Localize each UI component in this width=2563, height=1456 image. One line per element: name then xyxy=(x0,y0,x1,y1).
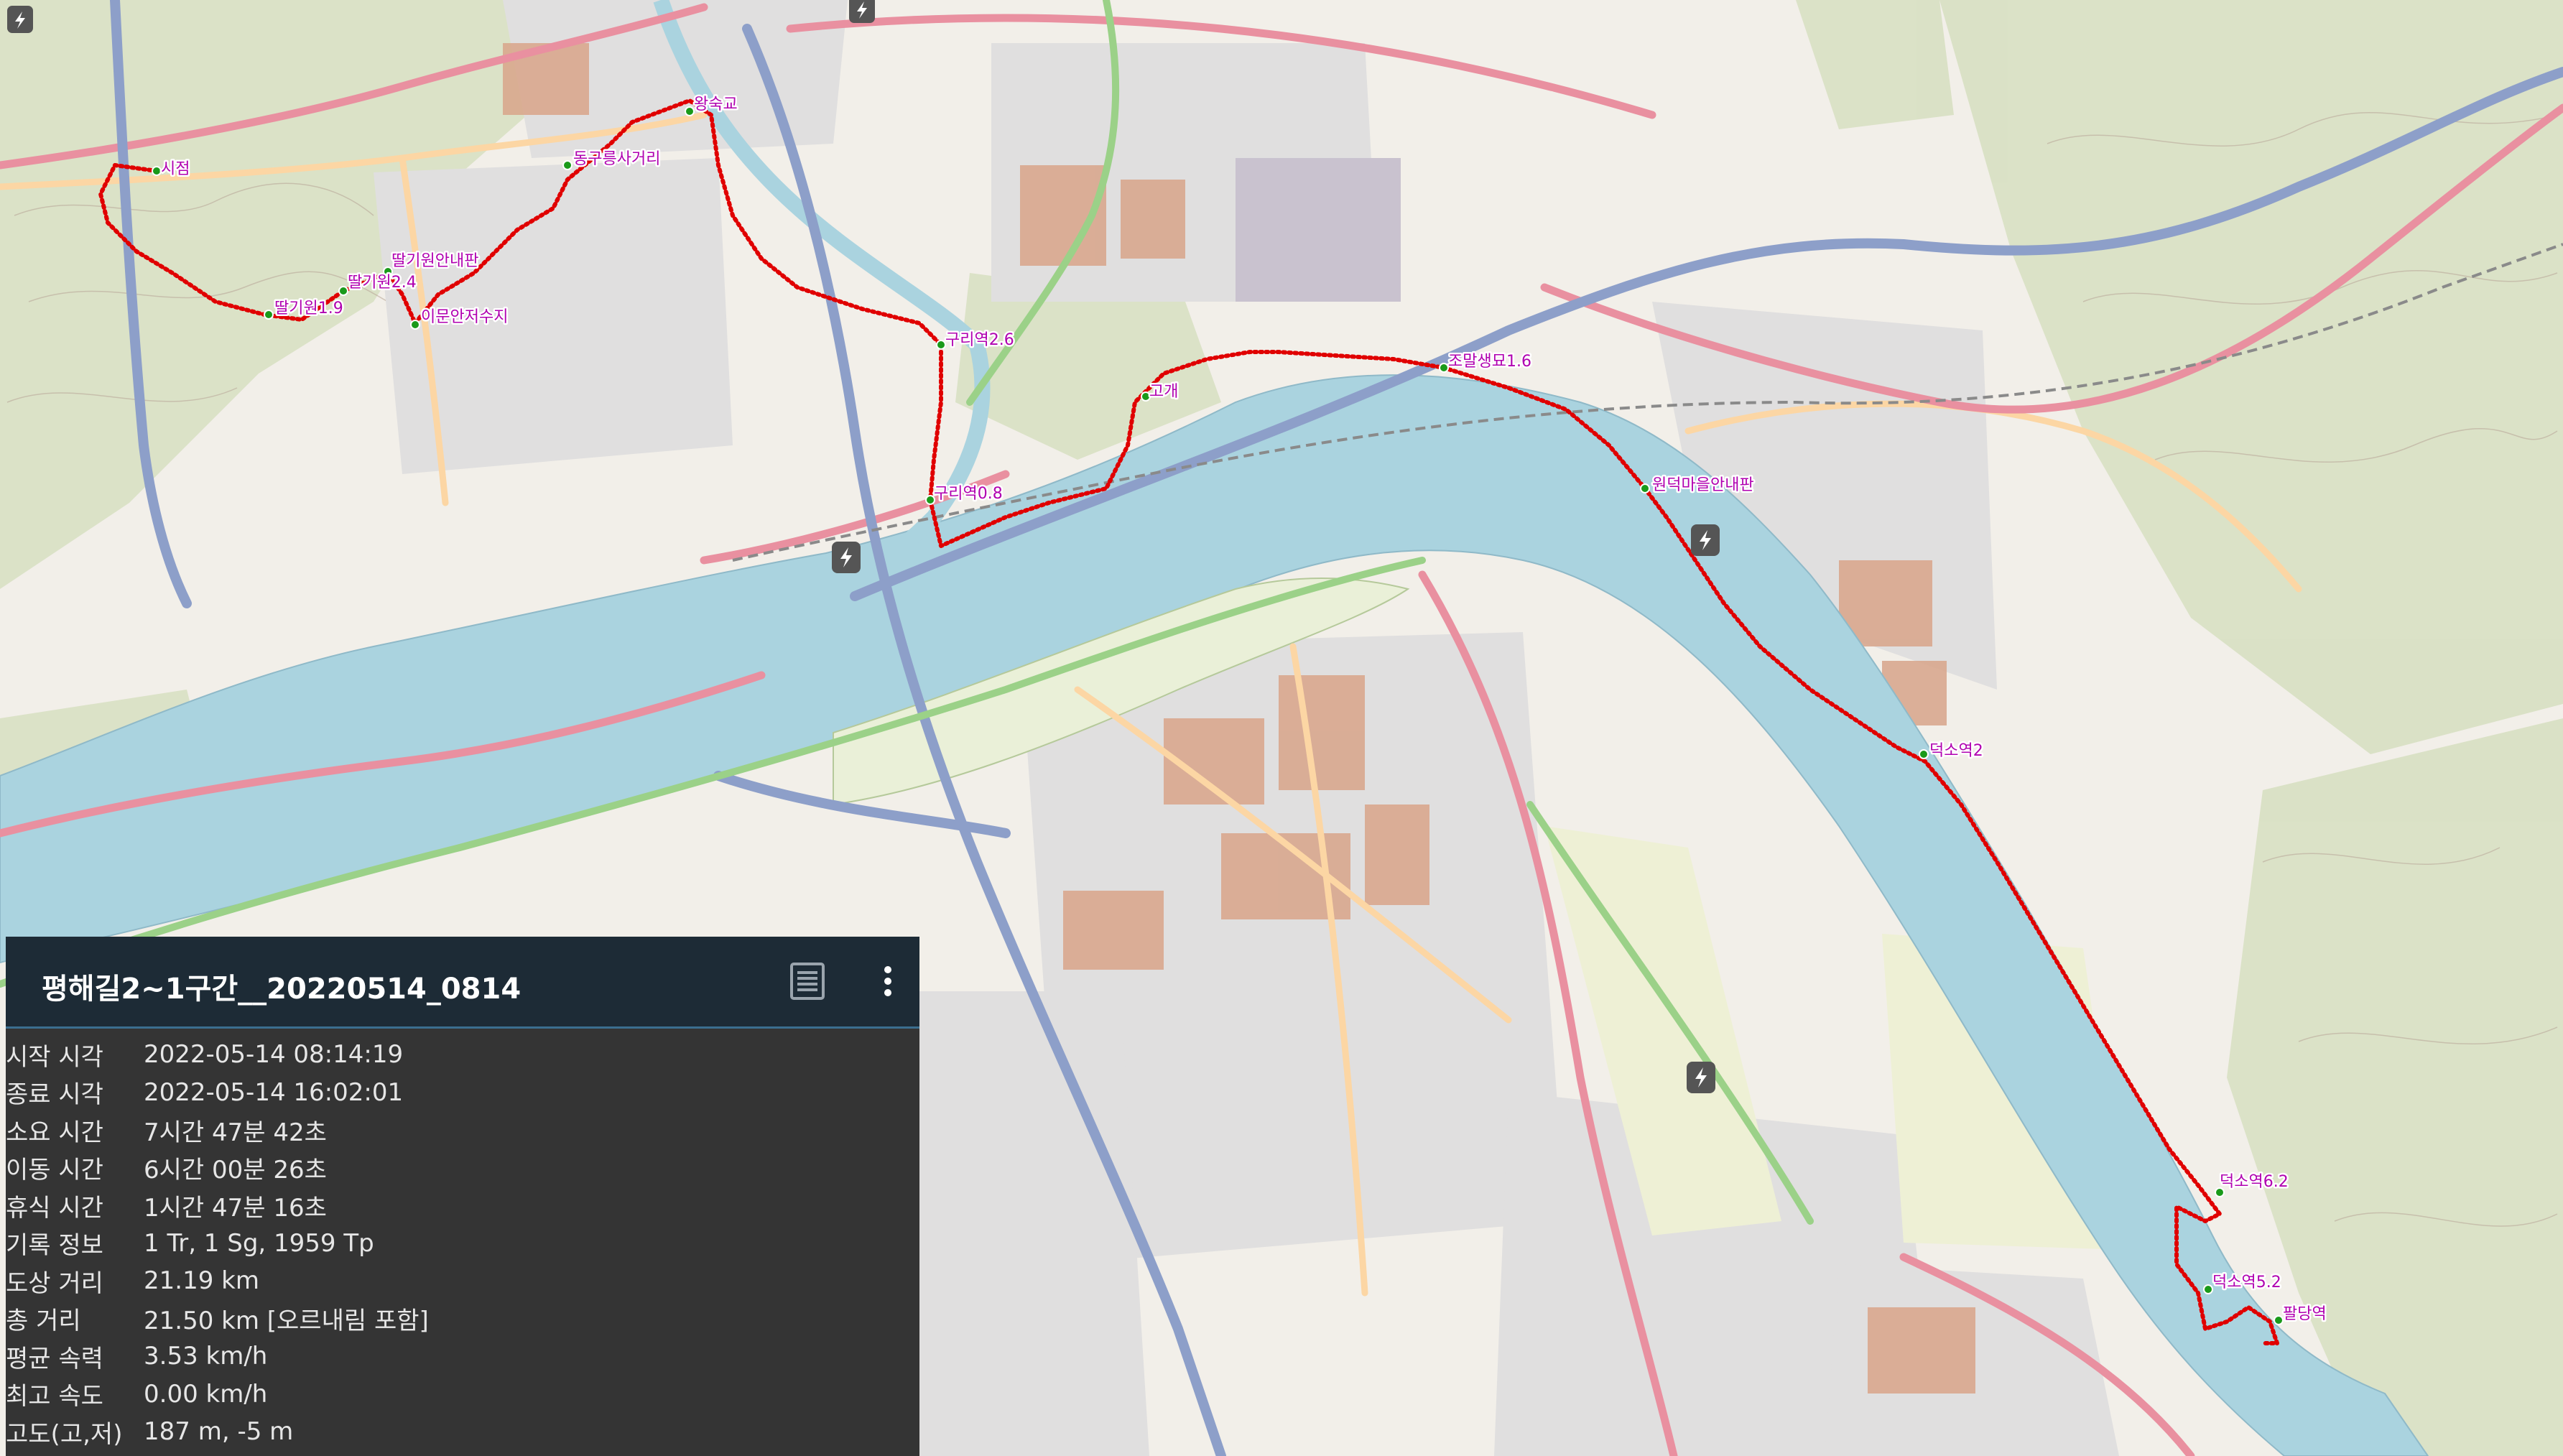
stat-label: 종료 시각 xyxy=(6,1080,103,1110)
stat-row-moving-time: 이동 시간 6시간 00분 26초 xyxy=(6,1149,919,1187)
stat-row-start-time: 시작 시각 2022-05-14 08:14:19 xyxy=(6,1036,919,1074)
stat-label: 이동 시간 xyxy=(6,1156,103,1185)
stat-label: 도상 거리 xyxy=(6,1269,103,1298)
charging-station-icon[interactable] xyxy=(832,542,861,573)
waypoint-marker[interactable] xyxy=(338,286,348,296)
waypoint-label: 팔당역 xyxy=(2283,1305,2327,1323)
stat-row-total-distance: 총 거리 21.50 km [오르내림 포함] xyxy=(6,1300,919,1338)
waypoint-label: 딸기원안내판 xyxy=(391,252,478,270)
stat-label: 기록 정보 xyxy=(6,1231,103,1261)
stat-label: 소요 시간 xyxy=(6,1118,103,1147)
waypoint-label: 고개 xyxy=(1149,383,1178,401)
stat-label: 총 거리 xyxy=(6,1307,81,1336)
charging-station-icon[interactable] xyxy=(1687,1062,1715,1093)
waypoint-marker[interactable] xyxy=(2274,1315,2284,1325)
charging-station-icon[interactable] xyxy=(849,0,875,23)
waypoint-label: 원덕마을안내판 xyxy=(1652,476,1754,494)
stat-value: 7시간 47분 42초 xyxy=(144,1118,327,1147)
stat-value: 187 m, -5 m xyxy=(144,1417,294,1447)
waypoint-label: 구리역0.8 xyxy=(934,485,1003,503)
stat-row-end-time: 종료 시각 2022-05-14 16:02:01 xyxy=(6,1074,919,1112)
waypoint-marker[interactable] xyxy=(1640,483,1650,493)
charging-station-icon[interactable] xyxy=(7,6,33,33)
stat-label: 평균 속력 xyxy=(6,1344,103,1373)
waypoint-label: 동구릉사거리 xyxy=(573,150,660,168)
waypoint-marker[interactable] xyxy=(152,166,162,176)
track-info-panel: 평해길2~1구간__20220514_0814 시작 시각 2022-05-14 … xyxy=(6,937,919,1456)
waypoint-marker[interactable] xyxy=(1439,363,1449,373)
stat-value: 21.19 km xyxy=(144,1266,259,1296)
stat-value: 6시간 00분 26초 xyxy=(144,1156,327,1185)
waypoint-label: 조말생묘1.6 xyxy=(1448,353,1531,371)
stat-row-max-speed: 최고 속도 0.00 km/h xyxy=(6,1376,919,1414)
waypoint-label: 덕소역5.2 xyxy=(2212,1274,2281,1292)
stat-row-rest-time: 휴식 시간 1시간 47분 16초 xyxy=(6,1187,919,1225)
industrial-area xyxy=(1236,158,1401,302)
waypoint-marker[interactable] xyxy=(410,320,420,330)
stat-row-map-distance: 도상 거리 21.19 km xyxy=(6,1262,919,1300)
waypoint-label: 구리역2.6 xyxy=(945,331,1014,349)
waypoint-label: 덕소역2 xyxy=(1929,742,1983,760)
waypoint-label: 시점 xyxy=(161,160,190,178)
stat-value: 0.00 km/h xyxy=(144,1379,268,1409)
track-info-header: 평해길2~1구간__20220514_0814 xyxy=(6,937,919,1029)
stat-row-duration: 소요 시간 7시간 47분 42초 xyxy=(6,1111,919,1149)
waypoint-label: 덕소역6.2 xyxy=(2220,1173,2289,1191)
stat-value: 2022-05-14 16:02:01 xyxy=(144,1077,404,1107)
track-stats: 시작 시각 2022-05-14 08:14:19 종료 시각 2022-05-14… xyxy=(6,1036,919,1451)
stat-value: 21.50 km [오르내림 포함] xyxy=(144,1307,429,1336)
more-options-button[interactable] xyxy=(866,960,909,1003)
waypoint-label: 딸기원2.4 xyxy=(348,274,417,292)
stat-value: 3.53 km/h xyxy=(144,1342,268,1371)
list-button[interactable] xyxy=(786,960,829,1003)
waypoint-label: 딸기원1.9 xyxy=(274,300,343,317)
charging-station-icon[interactable] xyxy=(1691,524,1720,556)
track-title: 평해길2~1구간__20220514_0814 xyxy=(42,973,522,1006)
stat-label: 최고 속도 xyxy=(6,1382,103,1411)
stat-label: 고도(고,저) xyxy=(6,1419,123,1449)
waypoint-marker[interactable] xyxy=(562,160,573,170)
stat-row-average-speed: 평균 속력 3.53 km/h xyxy=(6,1337,919,1376)
stat-row-record-info: 기록 정보 1 Tr, 1 Sg, 1959 Tp xyxy=(6,1225,919,1263)
stat-row-elevation: 고도(고,저) 187 m, -5 m xyxy=(6,1413,919,1451)
list-icon xyxy=(790,963,825,1000)
stat-value: 1시간 47분 16초 xyxy=(144,1193,327,1223)
stat-label: 시작 시각 xyxy=(6,1042,103,1072)
waypoint-marker[interactable] xyxy=(264,310,274,320)
waypoint-label: 이문안저수지 xyxy=(421,308,508,326)
waypoint-marker[interactable] xyxy=(936,340,946,350)
waypoint-marker[interactable] xyxy=(1919,749,1929,759)
waypoint-marker[interactable] xyxy=(685,106,695,116)
more-vert-icon xyxy=(884,966,891,996)
stat-value: 2022-05-14 08:14:19 xyxy=(144,1040,404,1070)
stat-value: 1 Tr, 1 Sg, 1959 Tp xyxy=(144,1228,374,1258)
waypoint-label: 왕숙교 xyxy=(694,96,738,113)
stat-label: 휴식 시간 xyxy=(6,1193,103,1223)
waypoint-marker[interactable] xyxy=(2203,1284,2213,1294)
